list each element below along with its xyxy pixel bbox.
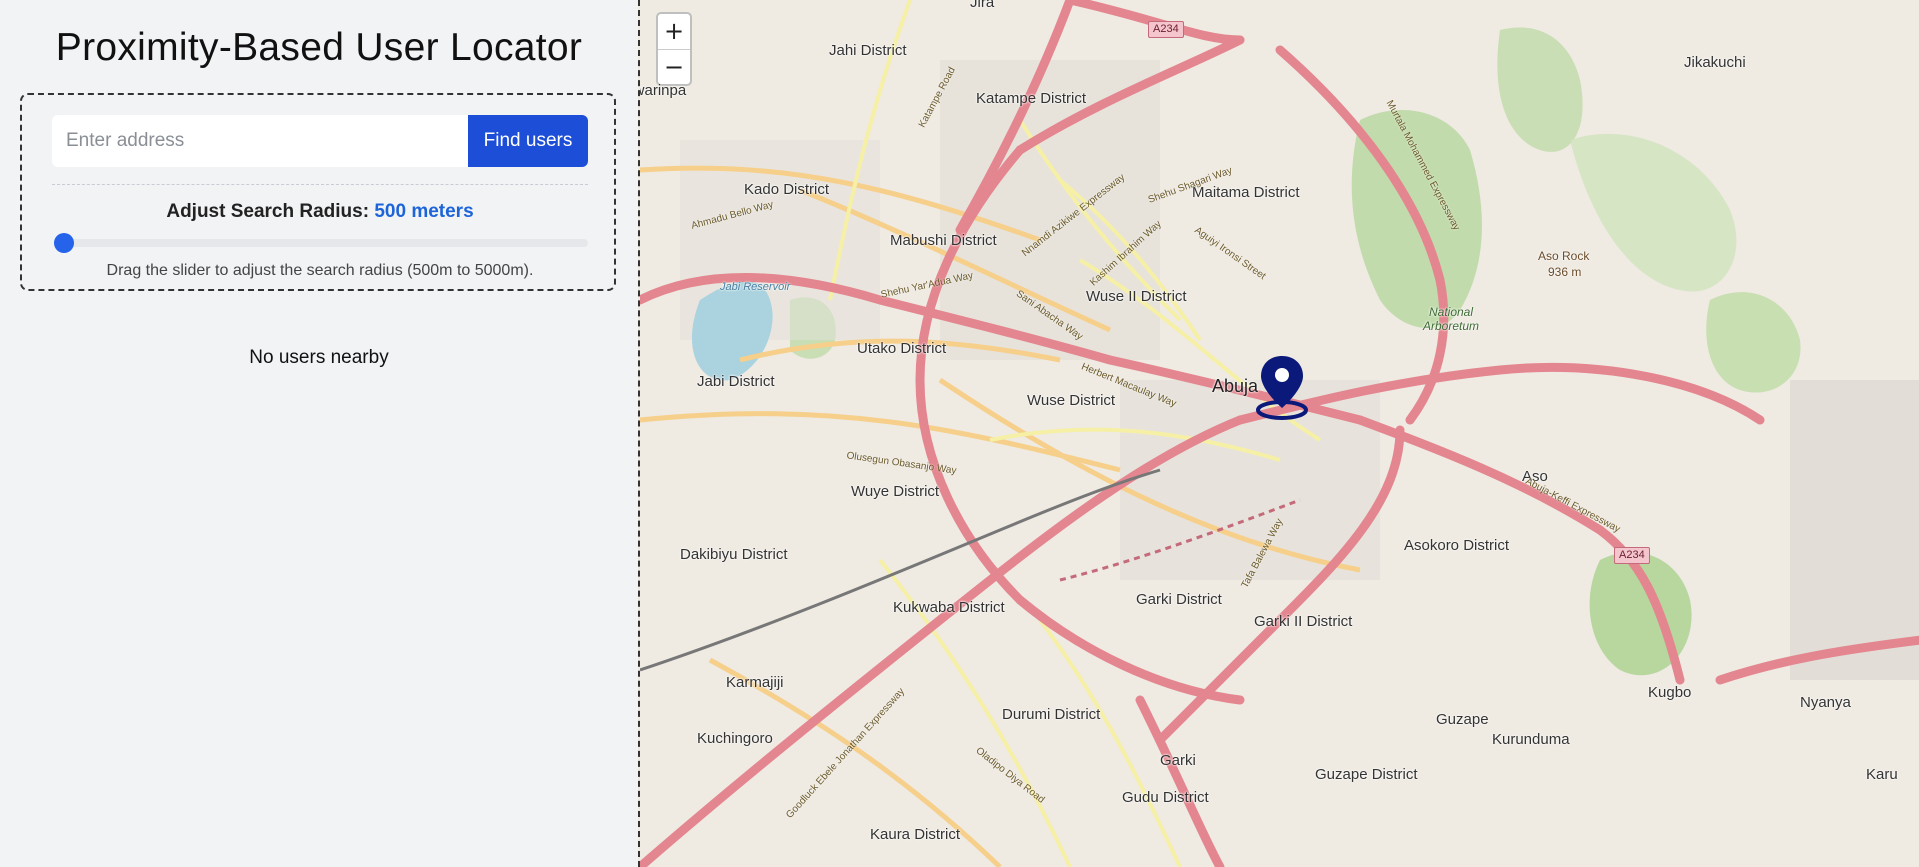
zoom-out-button[interactable]: − [658, 50, 690, 85]
zoom-control: + − [656, 12, 692, 86]
map-label: Nyanya [1800, 694, 1851, 711]
radius-value: 500 meters [374, 201, 474, 222]
map-label: Karu [1866, 766, 1898, 783]
map-label: Garki [1160, 752, 1196, 769]
map-label: Garki District [1136, 591, 1222, 608]
map-label: 936 m [1548, 265, 1582, 279]
map-label: Kurunduma [1492, 731, 1570, 748]
map-tiles [640, 0, 1919, 867]
results-empty-text: No users nearby [249, 347, 389, 368]
map-label: Wuye District [851, 483, 940, 500]
map-label: Durumi District [1002, 706, 1101, 723]
road-shield: A234 [1614, 547, 1650, 564]
map-label: Aso Rock [1538, 249, 1590, 263]
map-label: Guzape [1436, 711, 1489, 728]
map-label: Katampe District [976, 90, 1087, 107]
map-label: Wuse II District [1086, 288, 1187, 305]
map-label: Kaura District [870, 826, 961, 843]
find-users-button[interactable]: Find users [468, 115, 588, 167]
radius-slider-thumb[interactable] [54, 233, 74, 253]
map-label: Jabi Reservoir [720, 281, 791, 293]
map-label: Jabi District [697, 373, 775, 390]
radius-label-text: Adjust Search Radius: [166, 201, 370, 222]
sidebar-panel: Proximity-Based User Locator Find users … [0, 0, 638, 867]
map-label: Kuchingoro [697, 730, 773, 747]
radius-help-text: Drag the slider to adjust the search rad… [106, 262, 534, 279]
radius-slider-track[interactable] [54, 239, 588, 247]
radius-label: Adjust Search Radius: 500 meters [22, 201, 618, 223]
map-label: Kado District [744, 181, 830, 198]
divider [52, 184, 588, 185]
map-label: Gwarinpa [640, 82, 687, 99]
city-label: Abuja [1212, 376, 1259, 396]
road-shield: A234 [1148, 21, 1184, 38]
map-label: Jira [970, 0, 995, 11]
map-label: Utako District [857, 340, 947, 357]
map-label: Mabushi District [890, 232, 997, 249]
map-label: Maitama District [1192, 184, 1300, 201]
map-view[interactable]: + − Jahi District Katampe District Kado … [638, 0, 1919, 867]
map-label: Karmajiji [726, 674, 784, 691]
map-label: Dakibiyu District [680, 546, 788, 563]
zoom-in-button[interactable]: + [658, 14, 690, 50]
map-label: National Arboretum [1422, 305, 1480, 333]
page-title: Proximity-Based User Locator [55, 26, 583, 69]
map-label: Garki II District [1254, 613, 1353, 630]
address-input[interactable] [52, 115, 468, 167]
map-label: Guzape District [1315, 766, 1418, 783]
map-label: Kukwaba District [893, 599, 1005, 616]
app-root: Proximity-Based User Locator Find users … [0, 0, 1919, 867]
map-label: Kugbo [1648, 684, 1692, 701]
map-label: Jahi District [829, 42, 907, 59]
search-card: Find users Adjust Search Radius: 500 met… [20, 93, 616, 291]
map-label: Jikakuchi [1684, 54, 1746, 71]
map-label: Gudu District [1122, 789, 1209, 806]
map-label: Wuse District [1027, 392, 1116, 409]
map-label: Asokoro District [1404, 537, 1510, 554]
